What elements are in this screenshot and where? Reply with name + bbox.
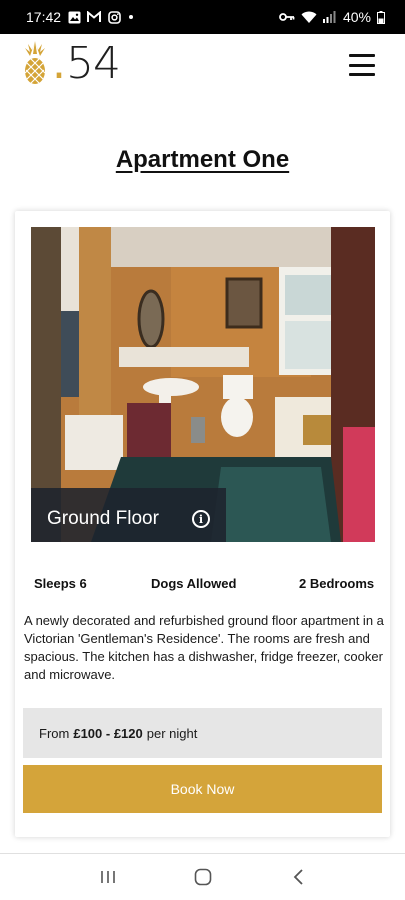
gmail-icon <box>87 10 102 24</box>
book-now-button[interactable]: Book Now <box>23 765 382 813</box>
home-icon[interactable] <box>183 862 223 892</box>
instagram-icon <box>107 10 121 24</box>
battery-icon <box>377 10 385 24</box>
feature-bedrooms: 2 Bedrooms <box>299 576 375 591</box>
recent-apps-icon[interactable] <box>88 862 128 892</box>
price-range: £100 - £120 <box>73 725 143 741</box>
system-nav-bar <box>0 853 405 900</box>
feature-sleeps: Sleeps 6 <box>34 576 87 591</box>
site-logo[interactable]: . 54 <box>22 38 121 89</box>
battery-percent: 40% <box>342 9 371 25</box>
floor-label-text: Ground Floor <box>47 508 159 529</box>
info-icon[interactable]: i <box>192 510 210 528</box>
back-icon[interactable] <box>278 862 318 892</box>
site-header: . 54 <box>0 34 405 114</box>
status-bar: 17:42 40% <box>0 0 405 34</box>
feature-dogs: Dogs Allowed <box>151 576 237 591</box>
apartment-description: A newly decorated and refurbished ground… <box>24 613 384 682</box>
page-title: Apartment One <box>115 146 290 173</box>
signal-icon <box>323 10 337 24</box>
apartment-card: Ground Floor i Sleeps 6 Dogs Allowed 2 B… <box>15 211 390 837</box>
price-prefix: From <box>39 725 70 741</box>
price-suffix: per night <box>146 725 198 741</box>
image-icon <box>67 10 81 24</box>
status-right: 40% <box>279 9 385 25</box>
apartment-photo[interactable]: Ground Floor i <box>31 227 375 542</box>
floor-label: Ground Floor i <box>31 488 226 542</box>
price-box: From £100 - £120 per night <box>23 708 382 758</box>
notification-dot <box>129 15 134 19</box>
status-left: 17:42 <box>26 9 134 25</box>
logo-number: 54 <box>66 38 121 89</box>
hamburger-menu-icon[interactable] <box>349 54 375 76</box>
logo-dot: . <box>52 38 66 89</box>
status-time: 17:42 <box>26 9 62 25</box>
vpn-key-icon <box>279 10 295 24</box>
wifi-icon <box>301 10 317 24</box>
pineapple-icon <box>24 41 46 84</box>
